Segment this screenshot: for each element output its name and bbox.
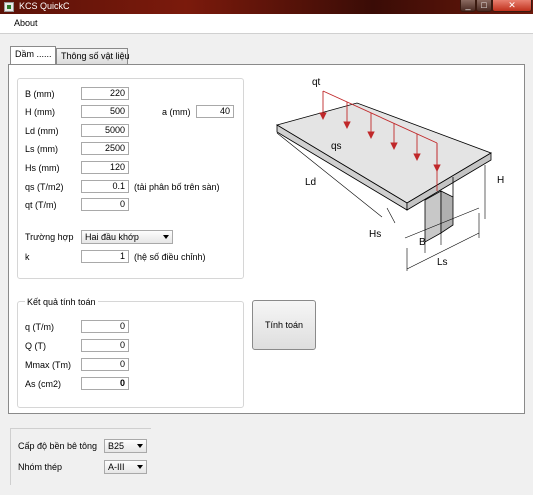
output-q: 0 [81, 320, 129, 333]
input-H[interactable]: 500 [81, 105, 129, 118]
menu-about[interactable]: About [14, 18, 38, 28]
case-select-value: Hai đầu khớp [85, 232, 139, 242]
label-qs-diagram: qs [331, 141, 342, 152]
label-B-diagram: B [419, 237, 426, 248]
app-icon [4, 2, 14, 12]
results-group: Kết quả tính toán q (T/m) 0 Q (T) 0 Mmax… [17, 297, 244, 408]
label-a: a (mm) [162, 107, 191, 117]
material-panel: Cấp độ bền bê tông B25 Nhóm thép A-III [10, 428, 151, 485]
title-bar: KCS QuickC _ □ ✕ [0, 0, 533, 14]
steel-select[interactable]: A-III [104, 460, 147, 474]
input-Ls[interactable]: 2500 [81, 142, 129, 155]
input-Ld[interactable]: 5000 [81, 124, 129, 137]
output-As: 0 [81, 377, 129, 390]
note-qs: (tải phân bố trên sàn) [134, 182, 220, 192]
label-Ld: Ld (mm) [25, 126, 59, 136]
input-a[interactable]: 40 [196, 105, 234, 118]
input-B[interactable]: 220 [81, 87, 129, 100]
tab-beam[interactable]: Dầm ...... [10, 46, 56, 64]
output-Mmax: 0 [81, 358, 129, 371]
label-Hs: Hs (mm) [25, 163, 60, 173]
input-k[interactable]: 1 [81, 250, 129, 263]
input-group: B (mm) 220 H (mm) 500 a (mm) 40 Ld (mm) … [17, 78, 244, 279]
minimize-button[interactable]: _ [460, 0, 476, 12]
input-Hs[interactable]: 120 [81, 161, 129, 174]
case-select[interactable]: Hai đầu khớp [81, 230, 173, 244]
input-qt[interactable]: 0 [81, 198, 129, 211]
tab-material[interactable]: Thông số vật liệu [56, 48, 130, 64]
label-Ld-diagram: Ld [305, 177, 316, 188]
concrete-select-value: B25 [108, 441, 125, 451]
input-qs[interactable]: 0.1 [81, 180, 129, 193]
tab-panel-beam: B (mm) 220 H (mm) 500 a (mm) 40 Ld (mm) … [8, 64, 525, 414]
label-q: q (T/m) [25, 322, 54, 332]
slab-top [275, 102, 492, 204]
label-Ls-diagram: Ls [437, 257, 448, 268]
label-Q: Q (T) [25, 341, 46, 351]
note-k: (hệ số điều chỉnh) [134, 252, 206, 262]
label-steel: Nhóm thép [18, 462, 63, 472]
maximize-button[interactable]: □ [476, 0, 492, 12]
label-As: As (cm2) [25, 379, 61, 389]
chevron-down-icon [163, 235, 169, 239]
label-Hs-diagram: Hs [369, 229, 381, 240]
results-title: Kết quả tính toán [25, 297, 98, 307]
label-qt: qt (T/m) [25, 200, 57, 210]
label-qs: qs (T/m2) [25, 182, 64, 192]
label-Ls: Ls (mm) [25, 144, 58, 154]
beam-web-front [424, 190, 442, 243]
beam-diagram: qt qs Ld H Hs B Ls [275, 77, 504, 271]
label-case: Trường hợp [25, 232, 74, 242]
close-button[interactable]: ✕ [492, 0, 532, 12]
label-concrete: Cấp độ bền bê tông [18, 441, 98, 451]
steel-select-value: A-III [108, 462, 125, 472]
chevron-down-icon [137, 465, 143, 469]
beam-web-side [440, 190, 454, 234]
chevron-down-icon [137, 444, 143, 448]
label-H: H (mm) [25, 107, 55, 117]
menu-bar: About [0, 14, 533, 34]
label-qt-diagram: qt [312, 77, 321, 88]
label-H-diagram: H [497, 175, 504, 186]
label-k: k [25, 252, 30, 262]
label-B: B (mm) [25, 89, 55, 99]
output-Q: 0 [81, 339, 129, 352]
label-Mmax: Mmax (Tm) [25, 360, 71, 370]
window-title: KCS QuickC [19, 1, 70, 11]
concrete-select[interactable]: B25 [104, 439, 147, 453]
calculate-button[interactable]: Tính toán [252, 300, 316, 350]
